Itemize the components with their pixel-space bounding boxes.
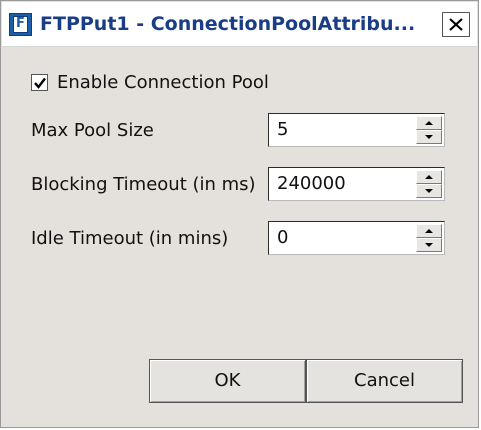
idle-timeout-spinner[interactable]: 0 [268,221,445,255]
blocking-timeout-decrement-button[interactable] [416,184,442,198]
arrow-down-icon [425,135,433,139]
arrow-up-icon [425,121,433,125]
blocking-timeout-spinner[interactable]: 240000 [268,167,445,201]
max-pool-size-label: Max Pool Size [31,120,154,141]
max-pool-size-spinner[interactable]: 5 [268,113,445,147]
ok-button[interactable]: OK [149,359,306,403]
enable-connection-pool-checkbox[interactable] [31,74,48,91]
cancel-button[interactable]: Cancel [306,359,463,403]
idle-timeout-value[interactable]: 0 [277,227,288,249]
max-pool-size-spin-buttons [416,116,442,144]
blocking-timeout-increment-button[interactable] [416,170,442,184]
app-icon: F [9,13,32,36]
arrow-up-icon [425,229,433,233]
dialog-window: F FTPPut1 - ConnectionPoolAttribu... Ena… [0,0,479,428]
blocking-timeout-value[interactable]: 240000 [277,173,346,195]
max-pool-size-value[interactable]: 5 [277,119,288,141]
idle-timeout-label: Idle Timeout (in mins) [31,228,229,249]
enable-connection-pool-label: Enable Connection Pool [57,72,269,93]
arrow-down-icon [425,243,433,247]
blocking-timeout-spin-buttons [416,170,442,198]
blocking-timeout-label: Blocking Timeout (in ms) [31,174,256,195]
idle-timeout-decrement-button[interactable] [416,238,442,252]
max-pool-size-decrement-button[interactable] [416,130,442,144]
max-pool-size-increment-button[interactable] [416,116,442,130]
title-bar[interactable]: F FTPPut1 - ConnectionPoolAttribu... [2,2,477,47]
app-icon-glyph: F [13,16,28,33]
arrow-down-icon [425,189,433,193]
close-button[interactable] [442,12,470,37]
close-icon [449,18,463,31]
arrow-up-icon [425,175,433,179]
idle-timeout-increment-button[interactable] [416,224,442,238]
checkmark-icon [34,77,46,89]
window-title: FTPPut1 - ConnectionPoolAttribu... [40,13,416,35]
idle-timeout-spin-buttons [416,224,442,252]
